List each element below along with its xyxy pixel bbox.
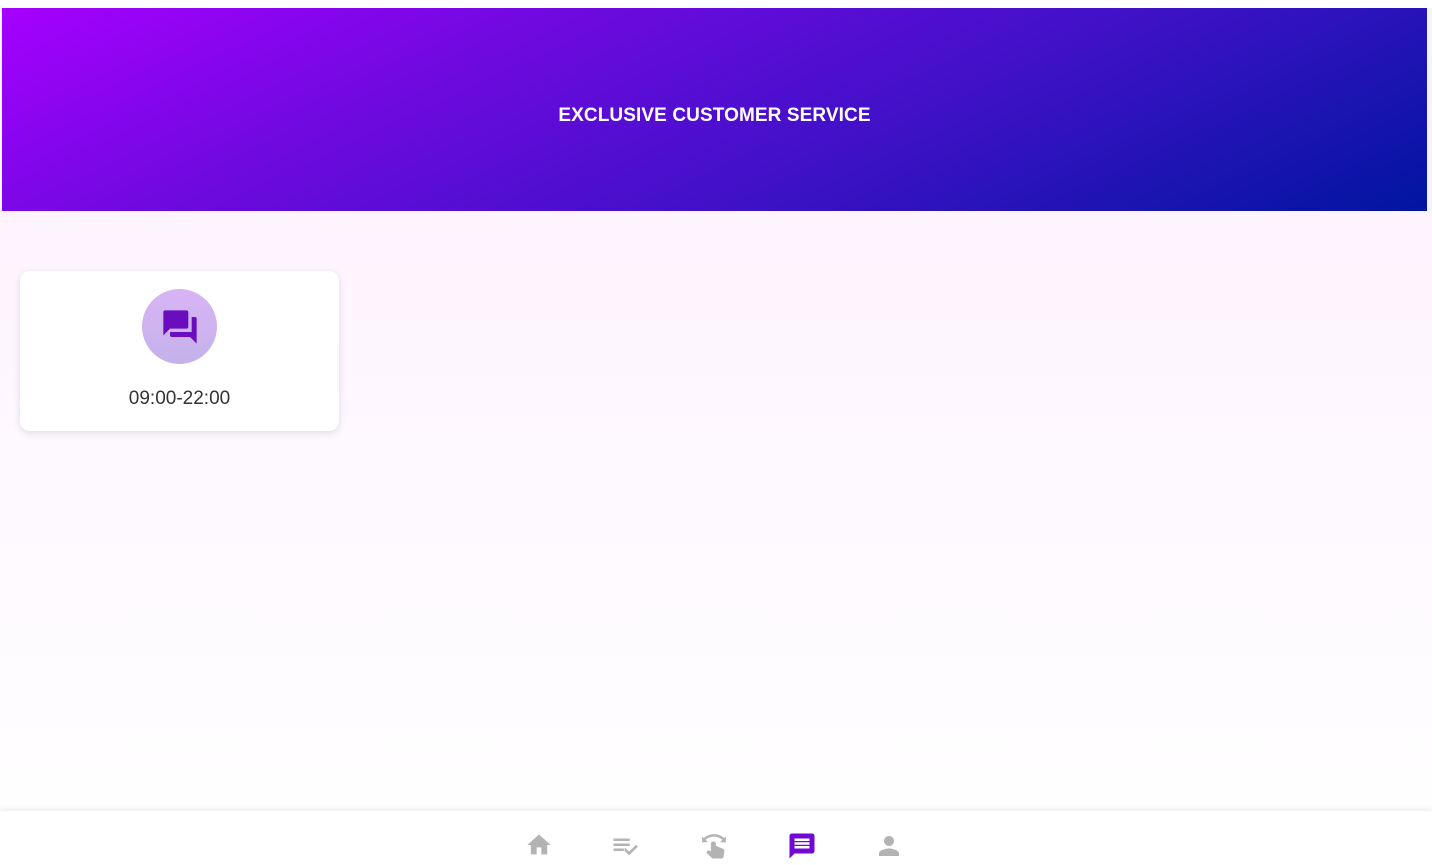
- page-header: EXCLUSIVE CUSTOMER SERVICE: [2, 8, 1427, 211]
- nav-messages[interactable]: [784, 831, 820, 865]
- window-edge: [1427, 8, 1432, 211]
- page-title: EXCLUSIVE CUSTOMER SERVICE: [558, 105, 871, 126]
- message-icon: [787, 831, 817, 861]
- customer-service-card[interactable]: 09:00-22:00: [20, 271, 339, 431]
- top-strip: [0, 0, 1432, 8]
- nav-home[interactable]: [521, 831, 557, 865]
- nav-tasks[interactable]: [608, 831, 644, 865]
- task-list-icon: [611, 831, 641, 861]
- bottom-navigation: [0, 811, 1432, 865]
- person-icon: [874, 831, 904, 861]
- nav-swipe[interactable]: [696, 831, 732, 865]
- swipe-touch-icon: [699, 831, 729, 861]
- nav-profile[interactable]: [871, 831, 907, 865]
- chat-bubbles-icon: [142, 289, 217, 364]
- home-icon: [525, 831, 553, 859]
- service-hours: 09:00-22:00: [128, 388, 231, 409]
